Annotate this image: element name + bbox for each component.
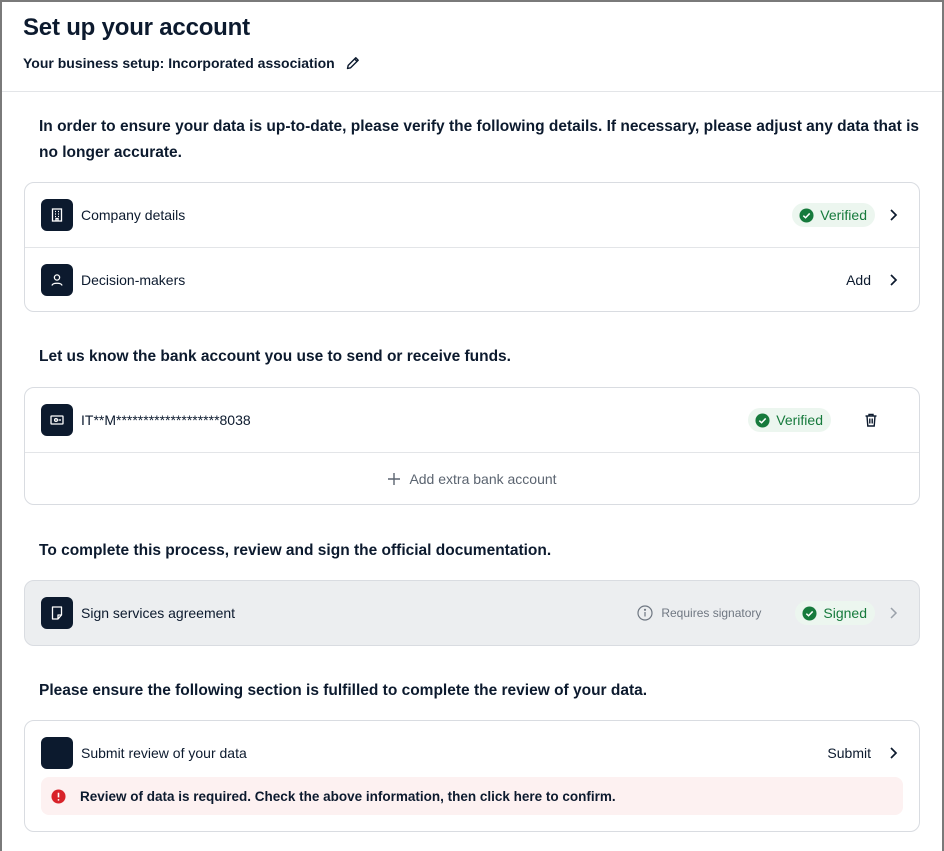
requires-signatory-note: Requires signatory bbox=[637, 605, 761, 621]
company-details-label: Company details bbox=[81, 207, 186, 223]
header-divider bbox=[2, 91, 942, 92]
submit-review-button[interactable]: Submit bbox=[827, 745, 871, 761]
verified-badge-text: Verified bbox=[776, 412, 823, 428]
chevron-right-icon[interactable] bbox=[885, 745, 901, 761]
signed-badge-text: Signed bbox=[823, 605, 867, 621]
sign-agreement-label: Sign services agreement bbox=[81, 605, 236, 621]
requires-signatory-text: Requires signatory bbox=[661, 606, 762, 620]
trash-icon[interactable] bbox=[863, 412, 879, 428]
signed-badge: Signed bbox=[795, 601, 875, 625]
docs-intro-heading: To complete this process, review and sig… bbox=[39, 542, 552, 559]
company-details-row[interactable]: Company details Verified bbox=[25, 183, 919, 247]
bank-account-number: IT**M*******************8038 bbox=[81, 412, 251, 428]
bank-intro-heading: Let us know the bank account you use to … bbox=[39, 348, 511, 365]
building-icon bbox=[41, 199, 73, 231]
pencil-edit-icon[interactable] bbox=[345, 55, 361, 71]
review-card: Submit review of your data Submit Review… bbox=[24, 720, 920, 832]
verified-badge: Verified bbox=[792, 203, 875, 227]
agreement-card: Sign services agreement Requires signato… bbox=[24, 580, 920, 646]
chevron-right-icon[interactable] bbox=[885, 272, 901, 288]
plus-icon bbox=[388, 472, 401, 485]
verified-badge: Verified bbox=[748, 408, 831, 432]
check-circle-icon bbox=[755, 412, 770, 428]
chevron-right-icon bbox=[890, 607, 898, 619]
review-required-text: Review of data is required. Check the ab… bbox=[80, 788, 616, 804]
add-bank-account-label: Add extra bank account bbox=[409, 470, 557, 487]
bank-card-icon bbox=[41, 404, 73, 436]
info-icon bbox=[637, 605, 653, 621]
business-setup-text: Your business setup: Incorporated associ… bbox=[23, 55, 335, 71]
decision-makers-label: Decision-makers bbox=[81, 271, 186, 288]
bank-card: IT**M*******************8038 Verified Ad… bbox=[24, 387, 920, 505]
sign-agreement-row[interactable]: Sign services agreement Requires signato… bbox=[25, 581, 919, 645]
submit-review-label: Submit review of your data bbox=[81, 745, 247, 761]
decision-makers-row[interactable]: Decision-makers Add bbox=[25, 247, 919, 311]
submit-review-row[interactable]: Submit review of your data Submit bbox=[25, 721, 919, 785]
person-icon bbox=[41, 263, 73, 296]
business-setup-line: Your business setup: Incorporated associ… bbox=[23, 55, 361, 71]
verify-intro-heading: In order to ensure your data is up-to-da… bbox=[39, 118, 920, 161]
bank-account-row: IT**M*******************8038 Verified bbox=[25, 388, 919, 452]
details-card: Company details Verified Decision-makers… bbox=[24, 182, 920, 312]
document-icon bbox=[41, 597, 73, 629]
page-title: Set up your account bbox=[23, 14, 250, 41]
add-decision-maker-link[interactable]: Add bbox=[846, 272, 871, 288]
verified-badge-text: Verified bbox=[820, 207, 867, 223]
review-icon bbox=[41, 737, 73, 769]
check-circle-icon bbox=[802, 605, 817, 621]
chevron-right-icon[interactable] bbox=[885, 207, 901, 223]
add-bank-account-button[interactable]: Add extra bank account bbox=[25, 452, 919, 504]
error-icon bbox=[51, 788, 66, 804]
review-intro-heading: Please ensure the following section is f… bbox=[39, 682, 648, 699]
check-circle-icon bbox=[799, 207, 814, 223]
